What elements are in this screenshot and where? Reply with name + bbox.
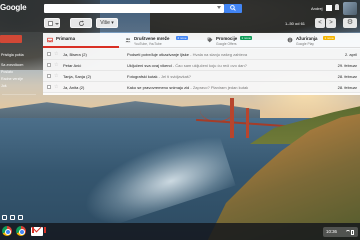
refresh-button[interactable] [70,18,92,28]
search-button[interactable] [224,4,242,13]
tab-promotions-senders: Google Offers [216,42,237,46]
email-date: 2. april [344,52,357,57]
os-taskbar: 10:36 [0,223,360,240]
tab-social-badge: 2 nove [176,36,189,41]
tab-updates-badge: 1 nova [323,36,336,41]
select-all-checkbox[interactable] [44,18,60,28]
category-tabs: Primarna Društvene mreže YouTube, YouTub… [43,33,360,48]
sidebar-footer-icons [0,214,40,222]
previous-page-button[interactable]: < [315,18,325,28]
email-row[interactable]: ☆ Petar Anić Uključeni sva ovaj vikend -… [43,60,360,71]
email-subject: Fotografski kutak [127,74,158,79]
email-sender: Ja, Anita (2) [63,85,85,90]
email-row[interactable]: ☆ Ja, Anita (2) Kako se pravovremeno sni… [43,82,360,93]
tab-updates-label: Ažuriranja [296,36,318,41]
email-subject-line: Uključeni sva ovaj vikend - Ćao sam uklj… [127,63,337,68]
tab-updates[interactable]: Ažuriranja Google Play 1 nova [283,33,359,48]
contact-icon[interactable] [2,215,7,220]
email-subject: Uključeni sva ovaj vikend [127,63,172,68]
email-row[interactable]: ☆ Ja, Bisera (2) Podseti potvrđuje otkaz… [43,49,360,60]
chevron-down-icon [55,23,59,25]
gear-icon[interactable]: ⚙ [343,18,357,28]
search-icon [230,5,236,11]
email-subject: Kako se pravovremeno snimaju zid [127,85,190,90]
top-bar: Google Andrej Više ▾ 1–50 od 61 < > ⚙ [0,0,360,32]
inbox-icon [47,37,53,43]
tab-social-label: Društvene mreže [134,36,170,41]
clock: 10:36 [326,229,337,234]
people-icon [125,38,131,43]
star-icon[interactable]: ☆ [54,62,58,68]
search-options-icon[interactable] [217,6,221,9]
tab-primary-label: Primarna [56,36,76,41]
pagination-range: 1–50 od 61 [285,21,306,26]
star-icon[interactable]: ☆ [54,73,58,79]
avatar[interactable] [343,2,357,15]
gmail-icon[interactable] [31,227,46,236]
tab-promotions-label: Promocije [216,36,238,41]
next-page-button[interactable]: > [326,18,336,28]
google-logo[interactable]: Google [0,3,27,12]
sidebar-item-drafts[interactable]: Radne verzije [0,77,40,81]
email-snippet: - Hvala na slanju našeg zahteva [189,52,248,57]
sidebar-item-inbox[interactable]: Pristigla pošta [0,53,40,57]
battery-icon [351,230,354,235]
bridge-tower [230,98,234,138]
email-sender: Ja, Bisera (2) [63,52,87,57]
bridge-tower [246,108,249,138]
email-row[interactable]: ☆ Tanja, Sanja (2) Fotografski kutak - J… [43,71,360,82]
checkbox-icon [48,21,53,26]
email-date: 29. februar [337,63,357,68]
email-sender: Tanja, Sanja (2) [63,74,92,79]
email-date: 28. februar [337,74,357,79]
bridge-cable [200,98,234,122]
user-name-link[interactable]: Andrej [311,6,323,11]
more-actions-button[interactable]: Više ▾ [96,18,118,28]
sidebar-item-starred[interactable]: Sa zvezdicom [0,63,40,67]
tab-updates-senders: Google Play [296,42,314,46]
tab-social-senders: YouTube, YouTube [134,42,162,46]
email-snippet: - Ćao sam uključeni koju ću reći ovo dan… [171,63,247,68]
phone-icon[interactable] [18,215,23,220]
email-subject: Podseti potvrđuje otkazivanje ljiske [127,52,190,57]
tab-primary[interactable]: Primarna [43,33,119,48]
tag-icon [207,37,213,43]
email-subject-line: Podseti potvrđuje otkazivanje ljiske - H… [127,52,337,57]
search-input[interactable] [44,4,224,13]
email-list-panel: Primarna Društvene mreže YouTube, YouTub… [43,33,360,95]
row-checkbox[interactable] [47,63,51,67]
star-icon[interactable]: ☆ [54,84,58,90]
refresh-icon [78,20,85,27]
notifications-icon[interactable] [335,4,339,10]
row-checkbox[interactable] [47,74,51,78]
email-subject-line: Fotografski kutak - Jel ti svidjavkaš? [127,74,337,79]
sidebar: Pristigla pošta Sa zvezdicom Poslato Rad… [0,32,40,208]
chrome-icon[interactable] [16,226,26,236]
row-checkbox[interactable] [47,52,51,56]
email-snippet: - Jel ti svidjavkaš? [157,74,192,79]
chrome-icon[interactable] [2,226,12,236]
info-icon [287,37,293,43]
tab-promotions-badge: 1 nova [240,36,253,41]
sidebar-item-sent[interactable]: Poslato [0,70,40,74]
email-date: 28. februar [337,85,357,90]
tab-promotions[interactable]: Promocije Google Offers 1 nova [203,33,281,48]
email-subject-line: Kako se pravovremeno snimaju zid - Zapra… [127,85,337,90]
email-sender: Petar Anić [63,63,82,68]
email-snippet: - Zapravo? Planiram jedan kutak [189,85,249,90]
chat-icon[interactable] [10,215,15,220]
system-tray[interactable]: 10:36 [323,227,358,237]
star-icon[interactable]: ☆ [54,51,58,57]
apps-grid-icon[interactable] [326,5,332,11]
sidebar-divider [2,94,36,95]
wifi-icon [346,230,350,234]
sidebar-item-more[interactable]: Još [0,84,40,88]
tab-social[interactable]: Društvene mreže YouTube, YouTube 2 nove [121,33,201,48]
row-checkbox[interactable] [47,85,51,89]
